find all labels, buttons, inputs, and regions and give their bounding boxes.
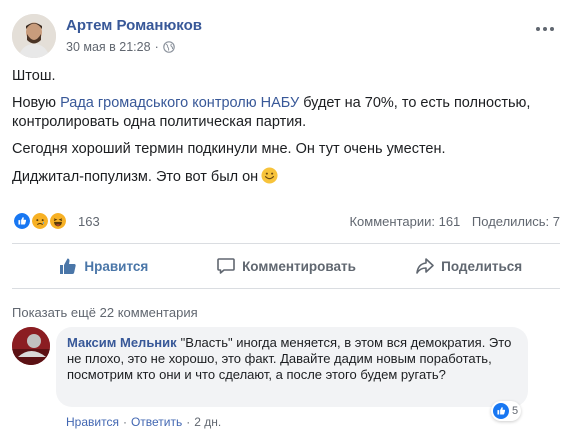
share-label: Поделиться [441,258,523,274]
post-paragraph: Штош. [12,68,56,84]
reaction-count[interactable]: 163 [78,214,100,229]
commenter-avatar[interactable] [12,327,50,365]
like-icon [493,403,509,419]
post-text: Диджитал-популизм. Это вот был он [12,169,259,185]
post-author-name[interactable]: Артем Романюков [66,17,202,34]
meta-separator: · [154,40,159,54]
more-horizontal-icon[interactable] [534,18,558,34]
post-paragraph: Новую Рада громадського контролю НАБУ бу… [12,94,560,132]
like-label: Нравится [84,258,149,274]
comment-time[interactable]: 2 дн. [194,415,221,429]
sad-icon [30,211,50,231]
comment-reaction-count: 5 [512,405,519,417]
like-button[interactable]: Нравится [12,249,195,283]
comment-reply-link[interactable]: Ответить [131,415,182,429]
post-header: Артем Романюков 30 мая в 21:28 · [12,10,560,62]
post-paragraph: Сегодня хороший термин подкинули мне. Он… [12,141,446,157]
comment-actions: Нравится · Ответить · 2 дн. [66,415,221,429]
comment-icon [217,258,235,274]
post-timestamp[interactable]: 30 мая в 21:28 [66,40,151,54]
author-avatar[interactable] [12,14,56,58]
smile-emoji-icon [261,167,278,184]
post-meta: 30 мая в 21:28 · [66,40,175,54]
page-link[interactable]: Рада громадського контролю НАБУ [60,95,299,111]
divider [12,288,560,289]
engagement-stats: Комментарии: 161 Поделились: 7 [341,214,560,229]
post-actions: Нравится Комментировать Поделиться [12,249,560,283]
comment-author-name[interactable]: Максим Мельник [67,335,177,350]
separator: · [186,415,191,429]
divider [12,243,560,244]
thumbs-up-icon [60,258,77,274]
shares-count-link[interactable]: Поделились: 7 [472,214,560,229]
post-paragraph: Диджитал-популизм. Это вот был он [12,167,560,187]
comment-reaction-badge[interactable]: 5 [491,401,522,421]
reactions-bar: 163 Комментарии: 161 Поделились: 7 [12,211,560,233]
share-icon [416,258,434,274]
comment-label: Комментировать [242,258,356,274]
facebook-post: Артем Романюков 30 мая в 21:28 · Штош. Н… [0,0,571,437]
reaction-icons[interactable] [12,211,68,231]
comment-bubble: Максим Мельник "Власть" иногда меняется, … [56,327,528,407]
show-more-comments-link[interactable]: Показать ещё 22 комментария [12,305,198,320]
haha-icon [48,211,68,231]
comment-button[interactable]: Комментировать [195,249,378,283]
post-text: Новую [12,95,61,111]
like-icon [12,211,32,231]
post-body: Штош. Новую Рада громадського контролю Н… [12,67,560,195]
share-button[interactable]: Поделиться [377,249,560,283]
comment-like-link[interactable]: Нравится [66,415,119,429]
comments-count-link[interactable]: Комментарии: 161 [349,214,460,229]
globe-icon[interactable] [162,41,175,53]
separator: · [122,415,127,429]
